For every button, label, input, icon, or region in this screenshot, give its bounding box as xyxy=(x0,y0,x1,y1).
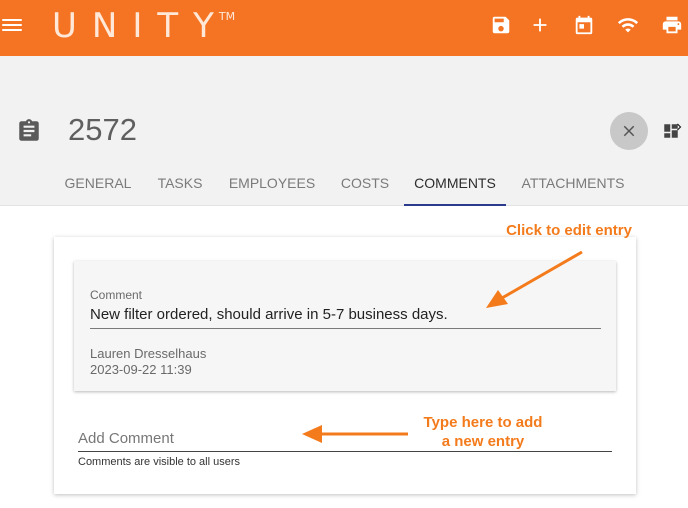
comment-label: Comment xyxy=(90,288,143,302)
tab-label: ATTACHMENTS xyxy=(521,175,625,191)
comment-text[interactable]: New filter ordered, should arrive in 5-7… xyxy=(90,306,448,323)
print-icon[interactable] xyxy=(661,14,683,36)
tab-label: COSTS xyxy=(340,175,390,191)
close-button[interactable] xyxy=(610,112,648,150)
tab-employees[interactable]: EMPLOYEES xyxy=(216,160,328,206)
app-bar: UNITYTM xyxy=(0,0,688,56)
tab-label: TASKS xyxy=(157,175,203,191)
tab-tasks[interactable]: TASKS xyxy=(144,160,216,206)
tab-general[interactable]: GENERAL xyxy=(52,160,144,206)
tab-label: GENERAL xyxy=(64,175,132,191)
annotation-edit: Click to edit entry xyxy=(506,222,632,239)
close-icon xyxy=(623,125,635,137)
calendar-icon[interactable] xyxy=(573,14,595,36)
tab-label: EMPLOYEES xyxy=(228,175,316,191)
active-tab-indicator xyxy=(404,204,506,206)
chevron-right-icon[interactable] xyxy=(672,118,686,136)
clipboard-icon xyxy=(19,119,39,141)
record-header: 2572 GENERAL TASKS EMPLOYEES COSTS COMME… xyxy=(0,56,688,206)
comment-author: Lauren Dresselhaus xyxy=(90,346,207,361)
tab-costs[interactable]: COSTS xyxy=(328,160,402,206)
helper-text: Comments are visible to all users xyxy=(78,456,241,468)
tab-label: COMMENTS xyxy=(414,175,496,191)
trademark: TM xyxy=(218,10,236,23)
annotation-add-line1: Type here to add xyxy=(423,414,543,431)
page-title: 2572 xyxy=(68,112,137,147)
save-icon[interactable] xyxy=(490,14,512,36)
annotation-add: Type here to add a new entry xyxy=(400,413,566,451)
menu-icon[interactable] xyxy=(2,16,22,36)
tab-comments[interactable]: COMMENTS xyxy=(404,160,506,206)
wifi-icon[interactable] xyxy=(617,14,639,36)
app-logo: UNITYTM xyxy=(52,6,245,46)
brand-name: UNITY xyxy=(52,6,229,46)
comment-underline xyxy=(90,328,601,329)
annotation-add-line2: a new entry xyxy=(441,433,525,450)
add-icon[interactable] xyxy=(529,14,551,36)
comment-timestamp: 2023-09-22 11:39 xyxy=(90,362,192,377)
comment-entry[interactable]: Comment New filter ordered, should arriv… xyxy=(74,261,616,391)
tab-attachments[interactable]: ATTACHMENTS xyxy=(512,160,634,206)
